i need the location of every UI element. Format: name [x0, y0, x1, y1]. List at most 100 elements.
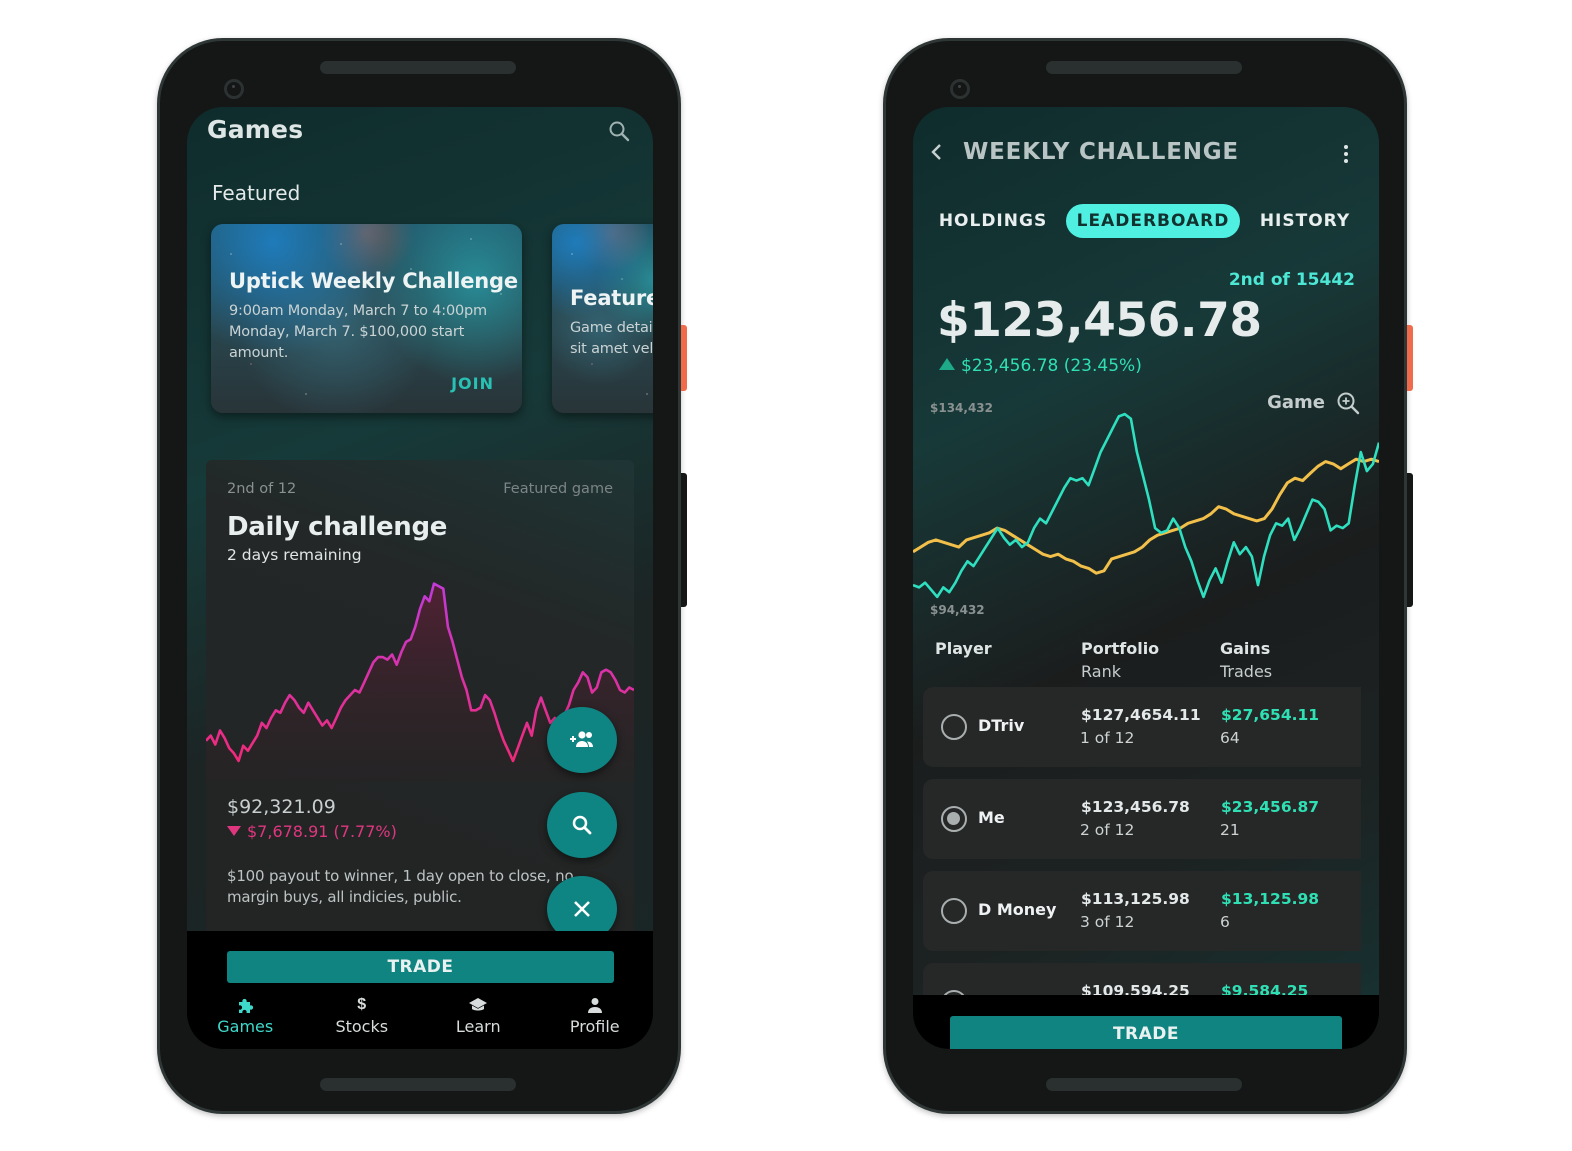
zoom-in-icon[interactable]: [1335, 390, 1361, 416]
phone-frame-right: WEEKLY CHALLENGE HOLDINGS LEADERBOARD HI…: [883, 38, 1413, 1114]
radio-button[interactable]: [941, 898, 967, 924]
chart-series-line-me: [913, 412, 1379, 599]
player-name: Me: [978, 808, 1005, 827]
chart-series-toggle[interactable]: Game: [1267, 392, 1325, 413]
game-portfolio-value: $92,321.09: [227, 796, 336, 818]
leaderboard-row[interactable]: Me $123,456.78 2 of 12 $23,456.87 21: [923, 779, 1361, 859]
bottom-bar: TRADE: [913, 995, 1379, 1049]
player-rank: 1 of 12: [1080, 729, 1135, 747]
down-triangle-icon: [227, 826, 241, 836]
search-icon[interactable]: [607, 119, 631, 143]
nav-label: Games: [217, 1017, 274, 1036]
bottom-navigation: Games $ Stocks Learn Profile: [187, 995, 653, 1045]
portfolio-value: $123,456.78: [937, 293, 1262, 348]
tab-history[interactable]: HISTORY: [1255, 204, 1355, 238]
game-change-value: $7,678.91 (7.77%): [247, 822, 397, 841]
game-time-remaining: 2 days remaining: [227, 546, 362, 564]
tab-bar: HOLDINGS LEADERBOARD HISTORY: [913, 204, 1379, 238]
close-icon: [574, 901, 590, 917]
radio-button[interactable]: [941, 714, 967, 740]
leaderboard-row[interactable]: DTriv $127,4654.11 1 of 12 $27,654.11 64: [923, 687, 1361, 767]
puzzle-icon: [236, 995, 254, 1015]
section-title-featured: Featured: [212, 181, 301, 205]
speaker-grille-bottom: [1046, 1078, 1242, 1091]
game-rank: 2nd of 12: [227, 481, 297, 497]
column-header-sublabel: Rank: [1081, 662, 1121, 681]
card-description: 9:00am Monday, March 7 to 4:00pm Monday,…: [229, 303, 487, 361]
search-fab[interactable]: [547, 792, 617, 858]
power-button: [681, 325, 687, 391]
card-title: Uptick Weekly Challenge: [229, 269, 518, 293]
tab-leaderboard[interactable]: LEADERBOARD: [1066, 204, 1240, 238]
game-change: $7,678.91 (7.77%): [227, 822, 397, 841]
column-header-sublabel: Trades: [1220, 662, 1273, 681]
add-friends-fab[interactable]: [547, 707, 617, 773]
card-description-line: Game details lorem ipsum dolor: [570, 320, 653, 336]
column-header-label: Gains: [1220, 639, 1271, 658]
page-title: WEEKLY CHALLENGE: [963, 139, 1239, 165]
nav-item-learn[interactable]: Learn: [420, 995, 537, 1045]
phone-frame-left: Games Featured Uptick Weekly Challenge 9…: [157, 38, 687, 1114]
overall-rank: 2nd of 15442: [1228, 270, 1355, 290]
player-gains: $13,125.98: [1221, 890, 1320, 908]
nav-item-profile[interactable]: Profile: [537, 995, 654, 1045]
leaderboard-row[interactable]: D Money $113,125.98 3 of 12 $13,125.98 6: [923, 871, 1361, 951]
featured-game-tag: Featured game: [503, 481, 613, 497]
more-vert-icon[interactable]: [1343, 145, 1349, 163]
nav-item-games[interactable]: Games: [187, 995, 304, 1045]
person-icon: [587, 995, 603, 1015]
chevron-left-icon[interactable]: [929, 141, 945, 163]
player-trades: 64: [1220, 729, 1240, 747]
dollar-icon: $: [357, 996, 367, 1013]
speaker-grille: [320, 61, 516, 74]
card-description-line: sit amet vel: [570, 341, 653, 357]
weekly-challenge-chart: [913, 412, 1379, 599]
y-axis-max-label: $134,432: [930, 401, 994, 415]
y-axis-min-label: $94,432: [930, 603, 985, 617]
player-rank: 2 of 12: [1080, 821, 1135, 839]
volume-button: [681, 473, 687, 607]
player-gains: $23,456.87: [1221, 798, 1320, 816]
nav-item-stocks[interactable]: $ Stocks: [304, 995, 421, 1045]
column-header-gains: Gains Trades: [1220, 637, 1272, 683]
chart-series-line-game: [913, 457, 1379, 575]
search-icon: [572, 815, 592, 835]
player-portfolio: $127,4654.11: [1081, 706, 1201, 724]
player-trades: 6: [1220, 913, 1230, 931]
nav-label: Learn: [455, 1017, 501, 1036]
card-description: Game details lorem ipsum dolor sit amet …: [570, 318, 653, 360]
bottom-bar: TRADE Games $ Stocks Learn Profile: [187, 931, 653, 1049]
column-header-player: Player: [935, 637, 992, 660]
trade-button[interactable]: TRADE: [227, 951, 614, 983]
weekly-challenge-screen: WEEKLY CHALLENGE HOLDINGS LEADERBOARD HI…: [913, 107, 1379, 1049]
player-gains: $27,654.11: [1221, 706, 1320, 724]
front-camera: [950, 79, 970, 99]
page-title: Games: [207, 115, 304, 144]
tab-holdings[interactable]: HOLDINGS: [935, 204, 1051, 238]
speaker-grille: [1046, 61, 1242, 74]
speaker-grille-bottom: [320, 1078, 516, 1091]
featured-card[interactable]: Uptick Weekly Challenge 9:00am Monday, M…: [211, 224, 522, 413]
games-screen: Games Featured Uptick Weekly Challenge 9…: [187, 107, 653, 1049]
game-rules: $100 payout to winner, 1 day open to clo…: [227, 867, 574, 906]
column-header-label: Player: [935, 639, 992, 658]
column-header-portfolio: Portfolio Rank: [1081, 637, 1159, 683]
join-button[interactable]: JOIN: [451, 374, 494, 393]
column-header-label: Portfolio: [1081, 639, 1160, 658]
up-triangle-icon: [939, 358, 955, 370]
player-name: DTriv: [978, 716, 1025, 735]
graduation-cap-icon: [468, 995, 488, 1015]
group-add-icon: [570, 731, 593, 747]
power-button: [1407, 325, 1413, 391]
player-rank: 3 of 12: [1080, 913, 1135, 931]
trade-button[interactable]: TRADE: [950, 1016, 1342, 1049]
player-name: D Money: [978, 900, 1057, 919]
radio-button-selected[interactable]: [941, 806, 967, 832]
portfolio-gain: $23,456.78 (23.45%): [939, 356, 1142, 376]
game-title: Daily challenge: [227, 512, 448, 542]
featured-game-card[interactable]: 2nd of 12 Featured game Daily challenge …: [206, 460, 634, 940]
portfolio-gain-value: $23,456.78 (23.45%): [961, 356, 1142, 376]
front-camera: [224, 79, 244, 99]
featured-card[interactable]: Featured game Game details lorem ipsum d…: [552, 224, 653, 413]
nav-label: Profile: [569, 1017, 620, 1036]
